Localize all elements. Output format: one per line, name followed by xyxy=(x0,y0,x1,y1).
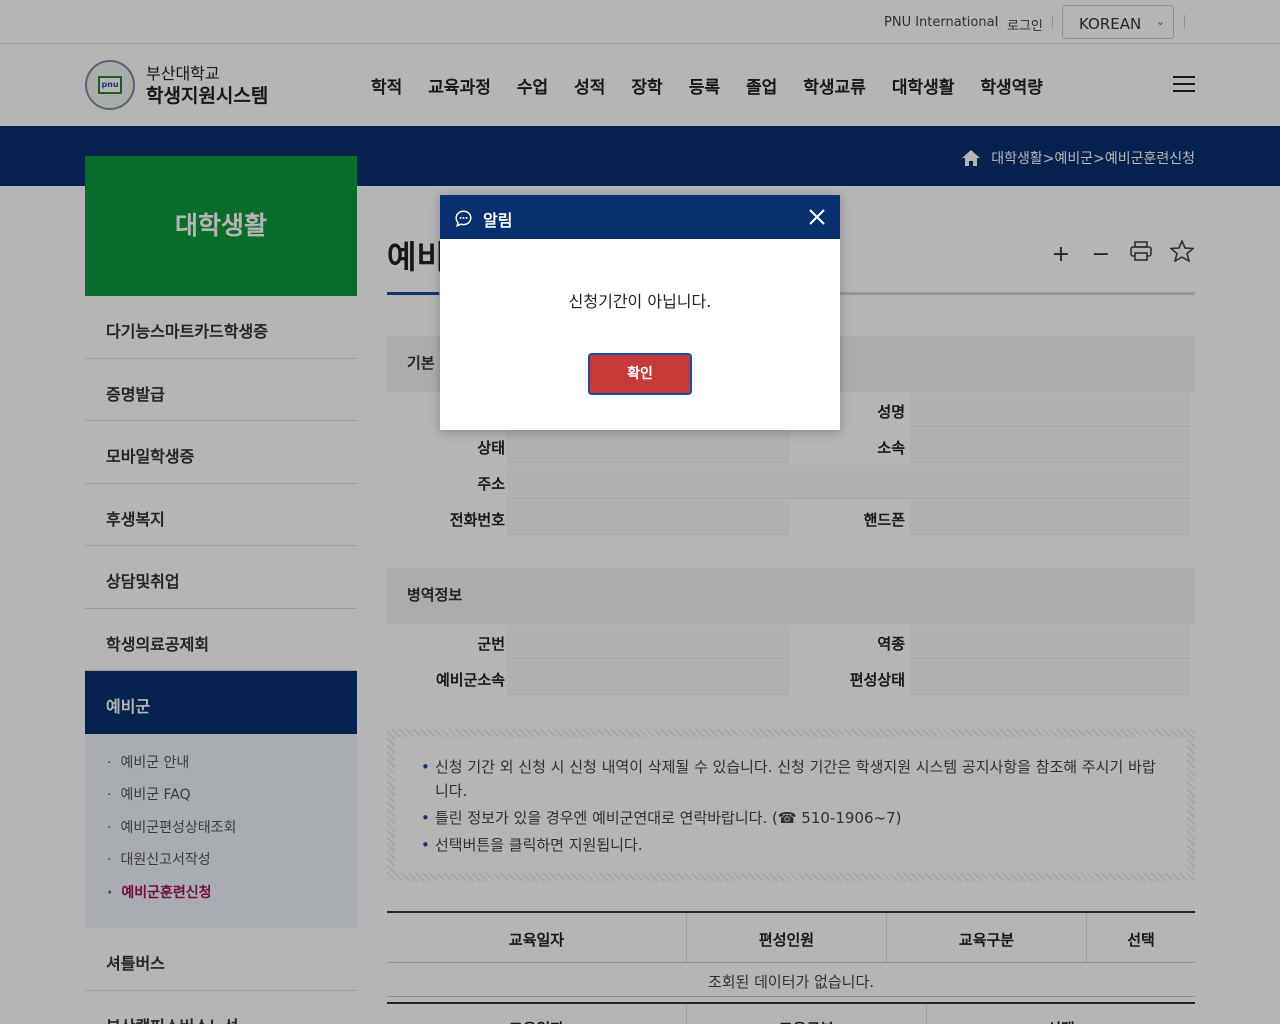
chat-bubble-icon xyxy=(455,210,472,227)
dialog-header: 알림 xyxy=(440,195,840,239)
close-icon[interactable] xyxy=(808,208,826,226)
dialog-title: 알림 xyxy=(483,211,513,230)
modal-backdrop[interactable] xyxy=(0,0,1280,1024)
dialog-message: 신청기간이 아닙니다. xyxy=(568,292,712,311)
confirm-button[interactable]: 확인 xyxy=(588,353,692,395)
alert-dialog: 알림 신청기간이 아닙니다. 확인 xyxy=(440,195,840,430)
